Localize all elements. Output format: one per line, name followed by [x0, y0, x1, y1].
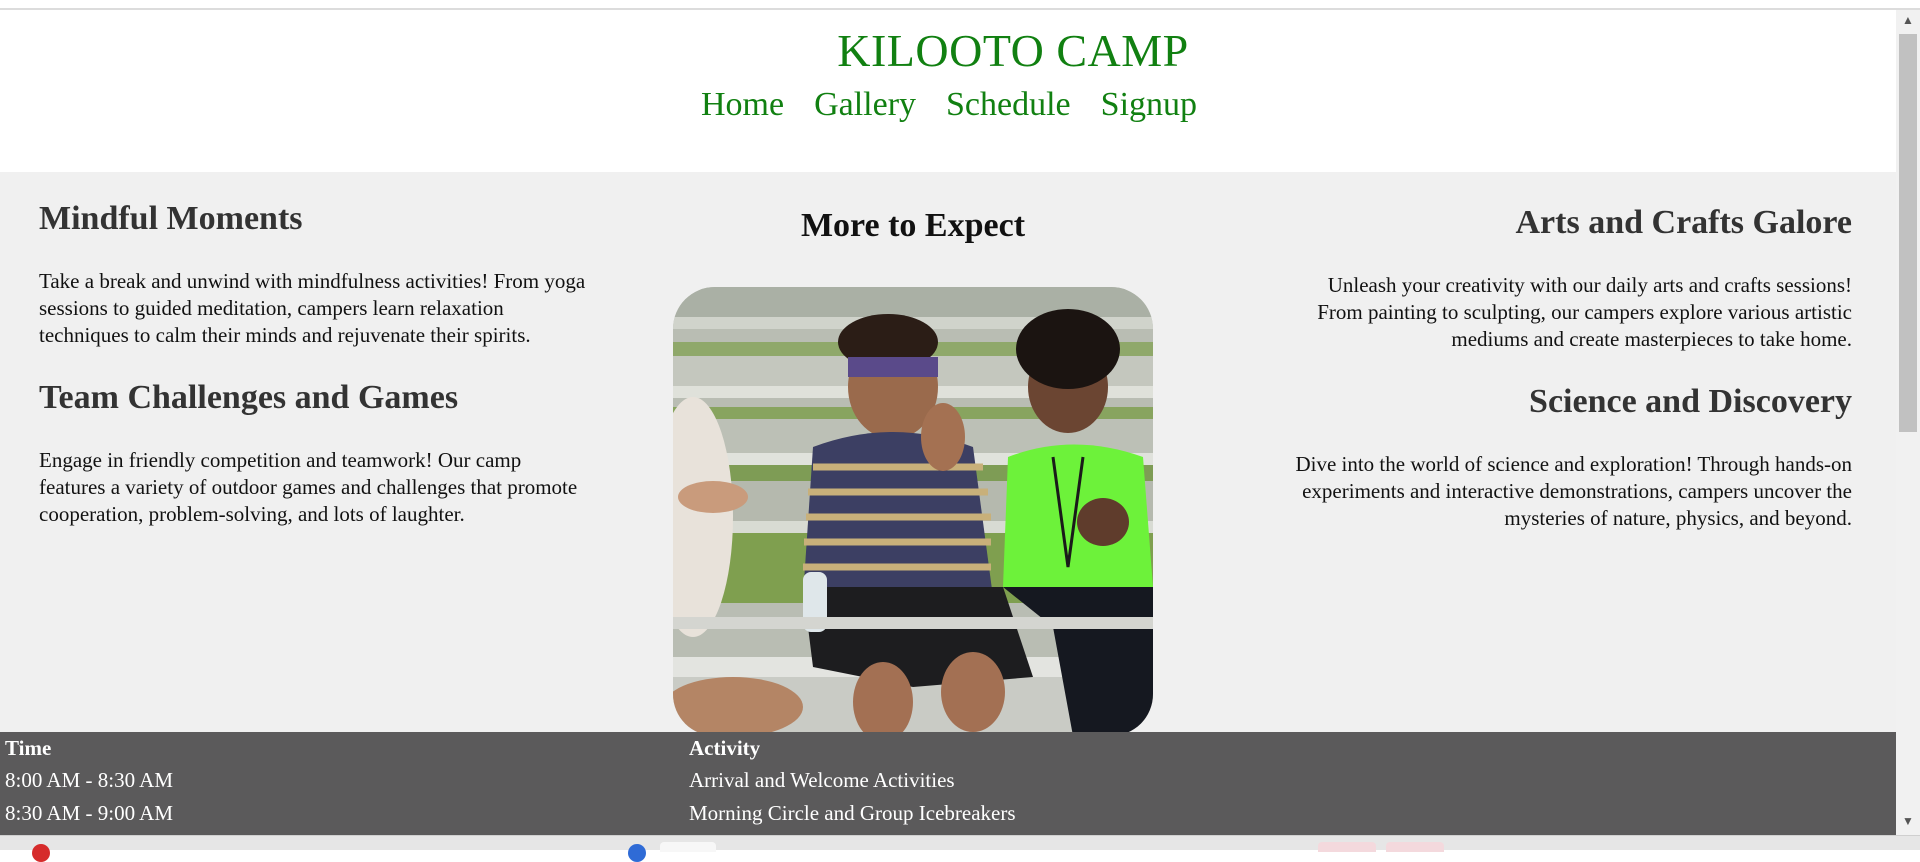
section-text-arts: Unleash your creativity with our daily a…: [1317, 273, 1852, 351]
table-row: 8:00 AM - 8:30 AM Arrival and Welcome Ac…: [5, 768, 1885, 800]
section-heading-arts: Arts and Crafts Galore: [1515, 204, 1853, 241]
taskbar-item[interactable]: [660, 842, 716, 852]
center-column: More to Expect: [673, 207, 1153, 277]
site-title: KILOOTO CAMP: [837, 25, 1189, 76]
site-header: KILOOTO CAMP Home Gallery Schedule Signu…: [0, 10, 1896, 172]
taskbar-item[interactable]: [1318, 842, 1376, 852]
schedule-table: Time Activity 8:00 AM - 8:30 AM Arrival …: [0, 732, 1896, 835]
browser-top-edge: [0, 0, 1920, 10]
schedule-time-cell: 8:30 AM - 9:00 AM: [5, 801, 174, 825]
section-text-mindful: Take a break and unwind with mindfulness…: [39, 269, 586, 347]
scroll-up-arrow-icon[interactable]: ▲: [1896, 10, 1920, 30]
left-column: Mindful Moments Take a break and unwind …: [39, 200, 589, 558]
nav-signup[interactable]: Signup: [1101, 86, 1197, 123]
taskbar-strip: [0, 835, 1920, 862]
right-column: Arts and Crafts Galore Unleash your crea…: [1292, 204, 1852, 562]
section-heading-science: Science and Discovery: [1529, 383, 1852, 420]
nav-schedule[interactable]: Schedule: [946, 86, 1071, 123]
section-text-science: Dive into the world of science and explo…: [1295, 452, 1852, 530]
schedule-activity-cell: Arrival and Welcome Activities: [689, 768, 955, 792]
schedule-header-activity: Activity: [689, 736, 761, 760]
taskbar-item[interactable]: [1386, 842, 1444, 852]
main-content: Mindful Moments Take a break and unwind …: [0, 172, 1896, 736]
schedule-header-time: Time: [5, 736, 52, 760]
nav-home[interactable]: Home: [701, 86, 784, 123]
more-to-expect-heading: More to Expect: [800, 207, 1026, 244]
schedule-time-cell: 8:00 AM - 8:30 AM: [5, 768, 174, 792]
section-heading-team: Team Challenges and Games: [39, 379, 459, 416]
scroll-down-arrow-icon[interactable]: ▼: [1896, 811, 1920, 831]
page: KILOOTO CAMP Home Gallery Schedule Signu…: [0, 10, 1896, 835]
schedule-header-row: Time Activity: [5, 736, 1885, 768]
scrollbar-thumb[interactable]: [1899, 34, 1917, 432]
main-nav: Home Gallery Schedule Signup: [0, 86, 1896, 124]
camp-kids-photo: [673, 287, 1153, 736]
table-row: 8:30 AM - 9:00 AM Morning Circle and Gro…: [5, 801, 1885, 833]
nav-gallery[interactable]: Gallery: [814, 86, 916, 123]
browser-app-icon[interactable]: [32, 844, 50, 862]
schedule-activity-cell: Morning Circle and Group Icebreakers: [689, 801, 1016, 825]
app-icon[interactable]: [628, 844, 646, 862]
section-text-team: Engage in friendly competition and teamw…: [39, 448, 578, 526]
photo-illustration: [673, 287, 1153, 736]
section-heading-mindful: Mindful Moments: [39, 200, 303, 237]
